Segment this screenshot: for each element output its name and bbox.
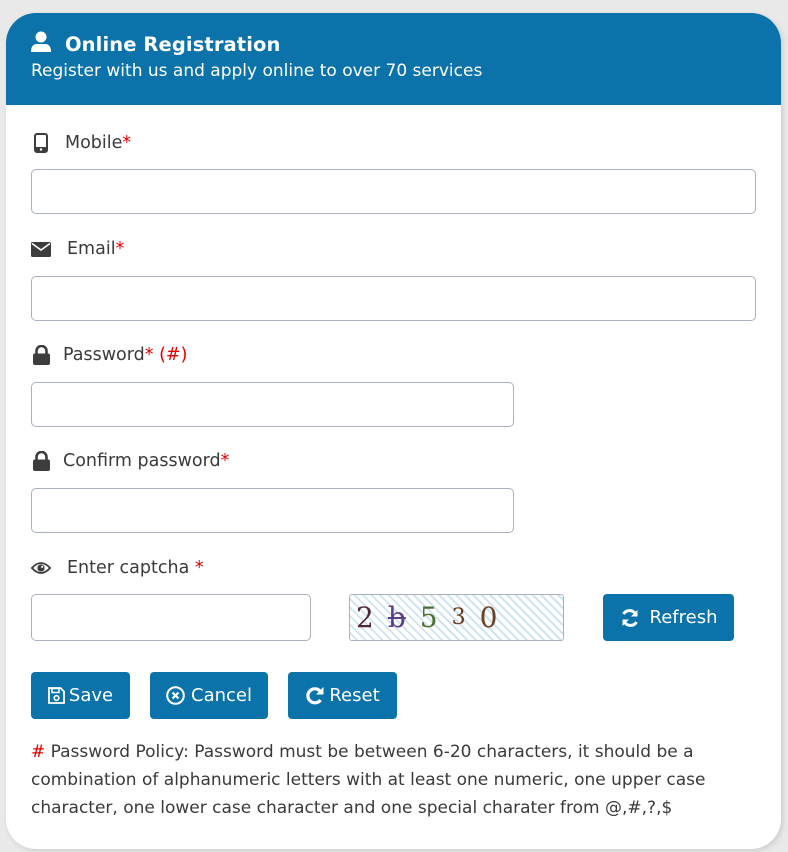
required-marker: *	[122, 133, 132, 153]
captcha-char: b	[387, 601, 406, 634]
redo-icon	[305, 686, 325, 706]
confirm-password-label: Confirm password*	[31, 451, 229, 471]
password-policy-note: # Password Policy: Password must be betw…	[31, 738, 751, 822]
reset-button[interactable]: Reset	[288, 672, 397, 719]
captcha-char: 5	[419, 601, 438, 634]
refresh-captcha-button[interactable]: Refresh	[603, 594, 734, 641]
page-subtitle: Register with us and apply online to ove…	[31, 61, 483, 81]
captcha-char: 3	[451, 605, 466, 630]
eye-icon	[31, 560, 51, 576]
user-icon	[31, 31, 51, 57]
lock-icon	[31, 345, 51, 365]
header-title-row: Online Registration	[31, 31, 281, 57]
password-label: Password* (#)	[31, 345, 187, 365]
required-marker: *	[220, 451, 230, 471]
captcha-char: 2	[356, 601, 374, 634]
cancel-button[interactable]: Cancel	[150, 672, 268, 719]
captcha-label: Enter captcha *	[31, 558, 204, 578]
password-label-text: Password	[63, 345, 145, 365]
card-header: Online Registration Register with us and…	[6, 13, 781, 105]
email-input[interactable]	[31, 276, 756, 321]
confirm-password-input[interactable]	[31, 488, 514, 533]
captcha-char: 0	[479, 601, 498, 634]
captcha-label-text: Enter captcha	[67, 558, 190, 578]
registration-card: Online Registration Register with us and…	[6, 13, 781, 849]
mobile-input[interactable]	[31, 169, 756, 214]
policy-marker: #	[31, 742, 46, 762]
captcha-input[interactable]	[31, 594, 311, 641]
circle-x-icon	[166, 686, 185, 705]
envelope-icon	[31, 241, 51, 257]
reset-label: Reset	[329, 685, 380, 706]
save-label: Save	[68, 685, 114, 706]
email-label-text: Email	[67, 239, 116, 259]
policy-text: Password Policy: Password must be betwee…	[31, 742, 706, 818]
refresh-icon	[620, 608, 640, 628]
required-marker: *	[115, 239, 125, 259]
refresh-label: Refresh	[649, 607, 718, 628]
floppy-disk-icon	[48, 687, 65, 704]
lock-icon	[31, 451, 51, 471]
email-label: Email*	[31, 239, 124, 259]
mobile-label: Mobile*	[31, 133, 131, 153]
mobile-label-text: Mobile	[65, 133, 123, 153]
mobile-phone-icon	[31, 133, 51, 153]
page-title: Online Registration	[65, 32, 281, 56]
password-policy-marker: (#)	[159, 345, 188, 365]
save-button[interactable]: Save	[31, 672, 130, 719]
required-marker: *	[144, 345, 154, 365]
password-input[interactable]	[31, 382, 514, 427]
captcha-image: 2 b 5 3 0	[349, 594, 564, 641]
cancel-label: Cancel	[191, 685, 252, 706]
confirm-password-label-text: Confirm password	[63, 451, 221, 471]
required-marker: *	[194, 558, 204, 578]
